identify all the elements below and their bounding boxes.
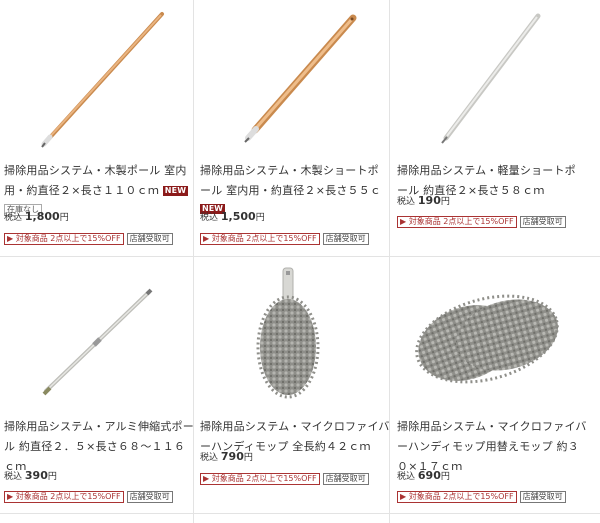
product-name[interactable]: 掃除用品システム・マイクロファイバーハンディモップ用替えモップ 約３０×１７ｃｍ	[397, 417, 587, 477]
product-name[interactable]: 掃除用品システム・木製ポール 室内用・約直径２×長さ１１０ｃｍ NEW	[4, 161, 194, 201]
product-grid: 掃除用品システム・木製ポール 室内用・約直径２×長さ１１０ｃｍ NEW 在庫なし…	[0, 0, 600, 523]
replacement-mop-image[interactable]	[397, 263, 587, 413]
store-pickup-tag: 店舗受取可	[322, 233, 369, 245]
aluminum-pole-image[interactable]	[4, 267, 194, 417]
store-pickup-tag: 店舗受取可	[126, 491, 173, 503]
discount-tag[interactable]: ▶ 対象商品 2点以上で15%OFF	[4, 491, 124, 503]
product-price: 税込 690円	[397, 469, 450, 482]
product-price: 税込 1,500円	[200, 210, 265, 223]
product-price: 税込 190円	[397, 194, 450, 207]
wooden-pole-image[interactable]	[4, 8, 194, 158]
product-price: 税込 390円	[4, 469, 57, 482]
discount-tag[interactable]: ▶ 対象商品 2点以上で15%OFF	[397, 216, 517, 228]
discount-tag[interactable]: ▶ 対象商品 2点以上で15%OFF	[200, 473, 320, 485]
product-name[interactable]: 掃除用品システム・アルミ伸縮式ポール 約直径２．５×長さ６８～１１６ｃｍ	[4, 417, 194, 477]
wooden-short-pole-image[interactable]	[200, 8, 390, 158]
product-price: 税込 790円	[200, 450, 253, 463]
product-price: 税込 1,800円	[4, 210, 69, 223]
discount-tag[interactable]: ▶ 対象商品 2点以上で15%OFF	[4, 233, 124, 245]
handy-mop-image[interactable]	[200, 263, 390, 413]
store-pickup-tag: 店舗受取可	[519, 216, 566, 228]
product-card[interactable]: 掃除用品システム・軽量ショートポール 約直径２×長さ５８ｃｍ 税込 190円 ▶…	[397, 0, 587, 256]
product-card[interactable]: 掃除用品システム・木製ショートポール 室内用・約直径２×長さ５５ｃｍ NEW 税…	[200, 0, 390, 256]
light-short-pole-image[interactable]	[397, 8, 587, 158]
discount-tag[interactable]: ▶ 対象商品 2点以上で15%OFF	[200, 233, 320, 245]
product-card[interactable]: 掃除用品システム・木製ポール 室内用・約直径２×長さ１１０ｃｍ NEW 在庫なし…	[4, 0, 194, 256]
row-divider	[0, 513, 600, 514]
store-pickup-tag: 店舗受取可	[519, 491, 566, 503]
product-card[interactable]: 掃除用品システム・マイクロファイバーハンディモップ 全長約４２ｃｍ 税込 790…	[200, 257, 390, 513]
new-badge: NEW	[162, 186, 189, 196]
product-card[interactable]: 掃除用品システム・マイクロファイバーハンディモップ用替えモップ 約３０×１７ｃｍ…	[397, 257, 587, 513]
store-pickup-tag: 店舗受取可	[322, 473, 369, 485]
product-card[interactable]: 掃除用品システム・アルミ伸縮式ポール 約直径２．５×長さ６８～１１６ｃｍ 税込 …	[4, 257, 194, 513]
discount-tag[interactable]: ▶ 対象商品 2点以上で15%OFF	[397, 491, 517, 503]
store-pickup-tag: 店舗受取可	[126, 233, 173, 245]
